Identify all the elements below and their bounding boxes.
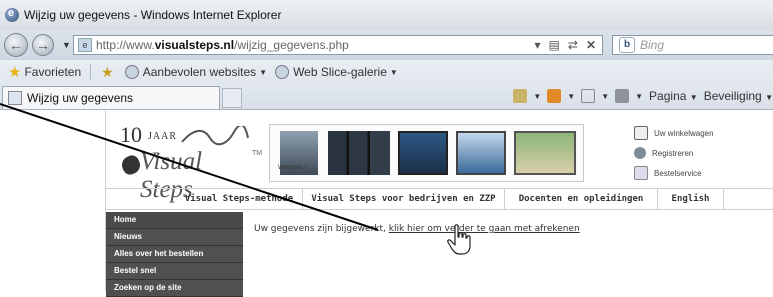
address-dropdown-chevron-down-icon[interactable]: ▾ — [535, 38, 541, 52]
page-viewport: 10 JAAR Visual Steps TM Windows 7 Uw win… — [0, 110, 773, 297]
mail-icon[interactable] — [581, 89, 596, 103]
message-text: Uw gegevens zijn bijgewerkt — [254, 224, 384, 234]
page-icon: e — [78, 38, 92, 52]
command-bar: ▼ ▼ ▼ ▼ Pagina ▼ Beveiliging ▼ — [513, 89, 773, 103]
home-chevron-down-icon[interactable]: ▼ — [533, 92, 541, 101]
feeds-chevron-down-icon[interactable]: ▼ — [567, 92, 575, 101]
continue-checkout-link[interactable]: klik hier om verder te gaan met afrekene… — [389, 224, 580, 234]
logo-swoosh-icon — [181, 126, 249, 146]
favorites-button[interactable]: Favorieten — [24, 65, 81, 79]
page-icon — [8, 91, 22, 105]
sidebar-item-home[interactable]: Home — [106, 212, 243, 229]
visual-steps-logo[interactable]: 10 JAAR Visual Steps TM — [119, 122, 263, 203]
window-title: Wijzig uw gegevens - Windows Internet Ex… — [24, 8, 282, 22]
favorites-bar: ★ Favorieten ★ Aanbevolen websites ▼ Web… — [0, 60, 773, 84]
back-button[interactable]: ← — [4, 33, 28, 57]
title-bar: Wijzig uw gegevens - Windows Internet Ex… — [0, 0, 773, 30]
new-tab-button[interactable] — [222, 88, 242, 108]
address-bar[interactable]: e http://www.visualsteps.nl/wijzig_gegev… — [73, 35, 603, 55]
logo-trademark: TM — [252, 150, 263, 157]
home-icon[interactable] — [513, 89, 528, 103]
safety-menu[interactable]: Beveiliging ▼ — [704, 89, 773, 103]
cart-link[interactable]: Uw winkelwagen — [634, 123, 773, 143]
page-menu[interactable]: Pagina ▼ — [649, 89, 698, 103]
hand-pointer-cursor-icon — [447, 224, 471, 255]
chevron-down-icon: ▼ — [389, 67, 398, 77]
sidebar-item-bestel-snel[interactable]: Bestel snel — [106, 263, 243, 280]
mail-chevron-down-icon[interactable]: ▼ — [601, 92, 609, 101]
register-link[interactable]: Registreren — [634, 143, 773, 163]
side-navigation: Home Nieuws Alles over het bestellen Bes… — [106, 212, 243, 297]
suggested-sites-icon — [124, 65, 139, 79]
visualsteps-site: 10 JAAR Visual Steps TM Windows 7 Uw win… — [105, 110, 773, 297]
windows-7-label: Windows 7 — [278, 165, 308, 171]
divider — [90, 64, 92, 80]
compatibility-view-icon[interactable]: ▤ — [549, 38, 560, 52]
add-to-favorites-bar-icon[interactable]: ★ — [101, 64, 114, 81]
stop-close-icon[interactable]: ✕ — [586, 38, 596, 52]
order-service-icon — [634, 166, 648, 180]
search-box[interactable]: b Bing — [612, 35, 773, 55]
register-icon — [634, 147, 646, 159]
order-service-link[interactable]: Bestelservice — [634, 163, 773, 183]
nav-visual-steps-methode[interactable]: Visual Steps-methode — [176, 189, 303, 209]
back-arrow-icon: ← — [9, 37, 23, 53]
print-icon[interactable] — [615, 89, 630, 103]
search-input[interactable]: Bing — [640, 38, 664, 52]
nav-bedrijven-zzp[interactable]: Visual Steps voor bedrijven en ZZP — [303, 189, 505, 209]
sidebar-item-nieuws[interactable]: Nieuws — [106, 229, 243, 246]
recent-pages-chevron-down-icon[interactable]: ▼ — [62, 40, 71, 50]
feeds-icon[interactable] — [547, 89, 562, 103]
chevron-down-icon: ▼ — [259, 67, 268, 77]
address-url[interactable]: http://www.visualsteps.nl/wijzig_gegeven… — [96, 38, 349, 52]
main-navigation: Visual Steps-methode Visual Steps voor b… — [106, 188, 773, 210]
suggested-sites-button[interactable]: Aanbevolen websites ▼ — [124, 65, 268, 79]
print-chevron-down-icon[interactable]: ▼ — [635, 92, 643, 101]
top-links: Uw winkelwagen Registreren Bestelservice — [634, 123, 773, 183]
internet-explorer-icon — [5, 7, 19, 22]
forward-arrow-icon: → — [36, 37, 50, 53]
web-slice-icon — [275, 65, 290, 79]
refresh-icon[interactable]: ⇄ — [568, 38, 578, 52]
web-slice-gallery-button[interactable]: Web Slice-galerie ▼ — [275, 65, 398, 79]
confirmation-message: Uw gegevens zijn bijgewerkt, klik hier o… — [254, 224, 580, 234]
sidebar-item-bestellen[interactable]: Alles over het bestellen — [106, 246, 243, 263]
nav-english[interactable]: English — [658, 189, 724, 209]
screenshot-image-2[interactable] — [456, 131, 506, 175]
chevron-down-icon: ▼ — [689, 93, 698, 102]
tab-bar: Wijzig uw gegevens ▼ ▼ ▼ ▼ Pagina ▼ Beve… — [0, 84, 773, 110]
sidebar-item-zoeken[interactable]: Zoeken op de site — [106, 280, 243, 297]
book-banner[interactable]: Windows 7 — [269, 124, 584, 182]
forward-button[interactable]: → — [32, 34, 54, 56]
cart-icon — [634, 126, 648, 140]
screenshot-image-1[interactable] — [398, 131, 448, 175]
screenshot-image-3[interactable] — [514, 131, 576, 175]
navigation-bar: ← → ▼ e http://www.visualsteps.nl/wijzig… — [0, 30, 773, 60]
tab-wijzig-uw-gegevens[interactable]: Wijzig uw gegevens — [2, 86, 220, 109]
book-series-image[interactable] — [328, 131, 390, 175]
logo-jaar: JAAR — [148, 131, 178, 142]
nav-docenten-opleidingen[interactable]: Docenten en opleidingen — [505, 189, 658, 209]
bing-icon: b — [619, 37, 635, 53]
logo-ten: 10 — [120, 122, 142, 147]
tab-label: Wijzig uw gegevens — [27, 91, 134, 105]
favorites-star-icon[interactable]: ★ — [8, 63, 21, 81]
chevron-down-icon: ▼ — [765, 93, 773, 102]
